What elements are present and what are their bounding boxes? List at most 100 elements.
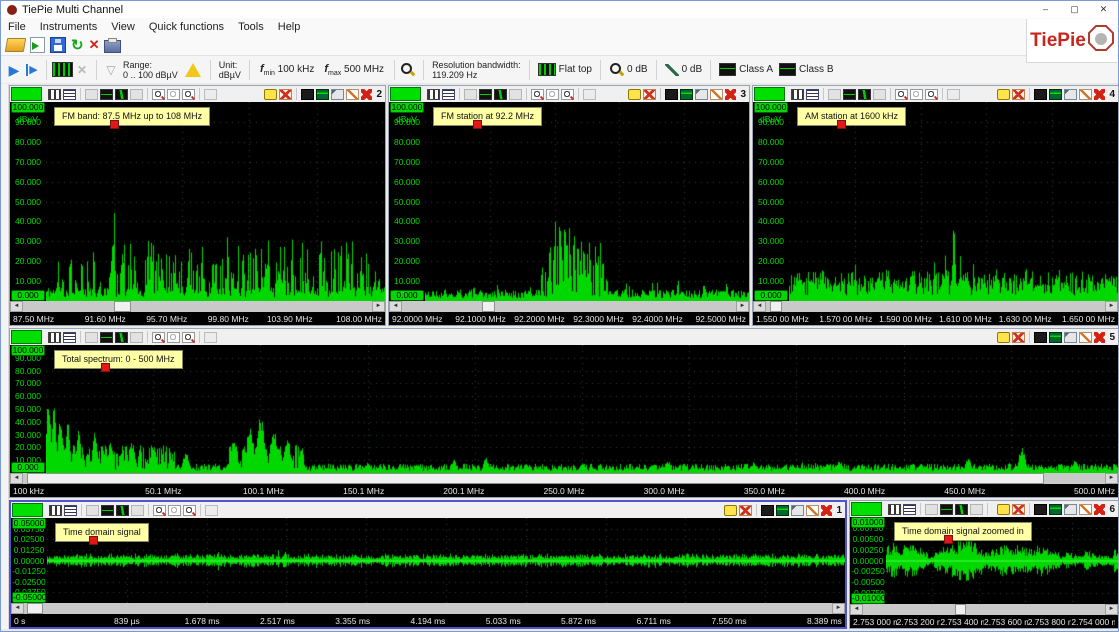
screenshot-icon[interactable]: [1034, 504, 1047, 515]
signal-canvas[interactable]: [789, 102, 1118, 301]
waveform-mode-icon[interactable]: [494, 89, 507, 100]
move-window-icon[interactable]: [695, 89, 708, 100]
zoom-undo-icon[interactable]: [183, 505, 196, 516]
scroll-right-arrow[interactable]: ►: [1105, 301, 1118, 312]
lock-icon[interactable]: [204, 332, 217, 343]
move-window-icon[interactable]: [1064, 504, 1077, 515]
close-graph-icon[interactable]: [361, 89, 372, 100]
zoom-undo-icon[interactable]: [561, 89, 574, 100]
fmax-display[interactable]: fmax 500 MHz: [324, 63, 384, 77]
screenshot-icon[interactable]: [301, 89, 314, 100]
scroll-thumb[interactable]: [114, 301, 131, 312]
settings-icon[interactable]: [806, 89, 819, 100]
signal-canvas[interactable]: [47, 518, 845, 603]
h-scrollbar[interactable]: ◄►: [10, 473, 1118, 484]
graph-layout-icon[interactable]: [888, 504, 901, 515]
edit-icon[interactable]: [710, 89, 723, 100]
waveform-mode-icon[interactable]: [858, 89, 871, 100]
plot-area[interactable]: FM band: 87.5 MHz up to 108 MHz: [46, 102, 385, 301]
zoom-icon[interactable]: [400, 62, 415, 77]
h-scrollbar[interactable]: ◄►: [389, 301, 749, 312]
label-icon[interactable]: [997, 504, 1010, 515]
graph-label[interactable]: Time domain signal zoomed in: [894, 522, 1032, 541]
graph-label[interactable]: Total spectrum: 0 - 500 MHz: [54, 350, 183, 369]
signal-canvas[interactable]: [46, 345, 1118, 473]
plot-area[interactable]: FM station at 92.2 MHz: [425, 102, 749, 301]
zoom-in-icon[interactable]: [152, 89, 165, 100]
menu-tools[interactable]: Tools: [231, 21, 271, 33]
autorange-button[interactable]: ▽: [102, 63, 120, 77]
close-graph-icon[interactable]: [821, 505, 832, 516]
scroll-track[interactable]: [23, 473, 1105, 484]
label-icon[interactable]: [264, 89, 277, 100]
oscilloscope-icon[interactable]: [1049, 504, 1062, 515]
label-icon[interactable]: [628, 89, 641, 100]
zoom-in-icon[interactable]: [153, 505, 166, 516]
export-icon[interactable]: [30, 37, 45, 53]
save-icon[interactable]: [50, 37, 66, 53]
edit-icon[interactable]: [346, 89, 359, 100]
menu-view[interactable]: View: [104, 21, 142, 33]
close-graph-icon[interactable]: [725, 89, 736, 100]
waveform-mode-icon[interactable]: [115, 89, 128, 100]
scroll-track[interactable]: [23, 301, 372, 312]
h-scrollbar[interactable]: ◄►: [10, 301, 385, 312]
scroll-right-arrow[interactable]: ►: [736, 301, 749, 312]
open-icon[interactable]: [5, 38, 26, 52]
settings-icon[interactable]: [64, 505, 77, 516]
settings-icon[interactable]: [63, 89, 76, 100]
h-scrollbar[interactable]: ◄►: [11, 603, 845, 614]
zoom-undo-icon[interactable]: [182, 332, 195, 343]
gain-select[interactable]: 0 dB: [609, 62, 648, 77]
print-icon[interactable]: [104, 40, 121, 53]
zoom-out-icon[interactable]: [168, 505, 181, 516]
remove-marker-icon[interactable]: [1012, 89, 1025, 100]
waveform-mode-icon[interactable]: [116, 505, 129, 516]
axes-toggle-icon[interactable]: [130, 89, 143, 100]
screenshot-icon[interactable]: [761, 505, 774, 516]
lock-icon[interactable]: [947, 89, 960, 100]
grid-toggle-icon[interactable]: [925, 504, 938, 515]
graph-layout-icon[interactable]: [48, 89, 61, 100]
waveform-mode-icon[interactable]: [955, 504, 968, 515]
remove-marker-icon[interactable]: [1012, 332, 1025, 343]
scroll-thumb[interactable]: [482, 301, 495, 312]
class-b-button[interactable]: Class B: [779, 63, 833, 76]
move-window-icon[interactable]: [1064, 89, 1077, 100]
range-display[interactable]: Range: 0 .. 100 dBµV: [123, 60, 178, 80]
display-mode-icon[interactable]: [100, 89, 113, 100]
label-icon[interactable]: [997, 89, 1010, 100]
minimize-button[interactable]: –: [1031, 1, 1060, 18]
scroll-left-arrow[interactable]: ◄: [850, 604, 863, 615]
display-mode-icon[interactable]: [101, 505, 114, 516]
grid-toggle-icon[interactable]: [85, 332, 98, 343]
menu-instruments[interactable]: Instruments: [33, 21, 104, 33]
display-mode-icon[interactable]: [100, 332, 113, 343]
display-mode-icon[interactable]: [479, 89, 492, 100]
waveform-mode-icon[interactable]: [115, 332, 128, 343]
scroll-thumb[interactable]: [27, 473, 1044, 484]
h-scrollbar[interactable]: ◄►: [850, 604, 1118, 615]
zoom-undo-icon[interactable]: [925, 89, 938, 100]
zoom-in-icon[interactable]: [895, 89, 908, 100]
start-button[interactable]: ▶: [5, 63, 23, 77]
grid-toggle-icon[interactable]: [86, 505, 99, 516]
menu-quick-functions[interactable]: Quick functions: [142, 21, 231, 33]
remove-marker-icon[interactable]: [279, 89, 292, 100]
edit-icon[interactable]: [806, 505, 819, 516]
edit-icon[interactable]: [1079, 504, 1092, 515]
grid-toggle-icon[interactable]: [464, 89, 477, 100]
scroll-left-arrow[interactable]: ◄: [753, 301, 766, 312]
axes-toggle-icon[interactable]: [873, 89, 886, 100]
display-mode-icon[interactable]: [940, 504, 953, 515]
zoom-out-icon[interactable]: [910, 89, 923, 100]
class-a-button[interactable]: Class A: [719, 63, 773, 76]
lock-icon[interactable]: [205, 505, 218, 516]
scroll-thumb[interactable]: [770, 301, 781, 312]
screenshot-icon[interactable]: [1034, 89, 1047, 100]
zoom-out-icon[interactable]: [167, 332, 180, 343]
graph-label[interactable]: Time domain signal: [55, 523, 149, 542]
menu-file[interactable]: File: [1, 21, 33, 33]
spectrum-display-button[interactable]: [52, 62, 73, 77]
delete-icon[interactable]: ✕: [89, 38, 100, 52]
